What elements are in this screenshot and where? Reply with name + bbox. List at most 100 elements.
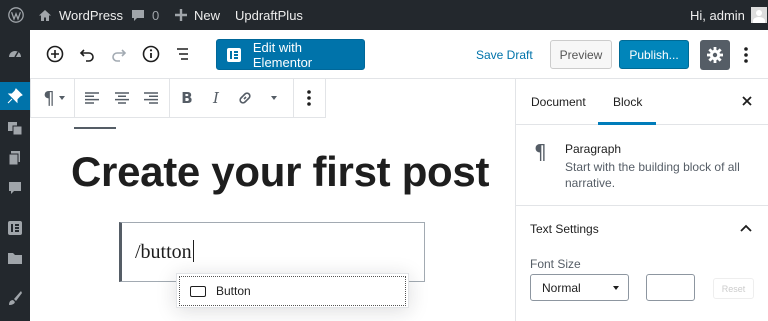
preview-button[interactable]: Preview xyxy=(550,40,612,69)
redo-button[interactable] xyxy=(106,41,132,67)
link-button[interactable] xyxy=(234,87,256,109)
block-toolbar: ¶ B I xyxy=(30,79,326,118)
post-title[interactable]: Create your first post xyxy=(71,148,489,196)
close-sidebar-button[interactable] xyxy=(740,94,754,108)
align-left-icon xyxy=(85,92,99,104)
new-label: New xyxy=(194,7,221,23)
plus-circle-icon xyxy=(46,45,64,63)
tab-block[interactable]: Block xyxy=(613,95,642,109)
align-right-button[interactable] xyxy=(140,87,162,109)
edit-with-elementor-button[interactable]: Edit with Elementor xyxy=(216,39,365,70)
autocomplete-option-button[interactable]: Button xyxy=(179,276,406,306)
title-separator xyxy=(74,127,116,129)
info-icon xyxy=(142,45,160,63)
avatar xyxy=(750,7,767,23)
formatting-group: B I xyxy=(170,79,294,117)
align-right-icon xyxy=(144,92,158,104)
elementor-icon xyxy=(8,221,22,235)
block-autocomplete-popover: Button xyxy=(176,273,409,308)
text-caret xyxy=(192,240,194,262)
align-left-button[interactable] xyxy=(81,87,103,109)
home-icon xyxy=(39,9,51,21)
reset-font-size-button[interactable]: Reset xyxy=(713,278,754,299)
appearance-menu-item[interactable] xyxy=(0,284,30,312)
content-info-button[interactable] xyxy=(138,41,164,67)
italic-button[interactable]: I xyxy=(205,87,227,109)
pilcrow-icon: ¶ xyxy=(534,140,547,164)
pilcrow-icon: ¶ xyxy=(43,87,55,109)
text-settings-toggle[interactable] xyxy=(739,221,753,235)
alignment-group xyxy=(75,79,170,117)
updraftplus-link[interactable]: UpdraftPlus xyxy=(235,0,303,30)
undo-icon xyxy=(79,49,94,62)
custom-font-size-input[interactable] xyxy=(646,274,695,301)
save-draft-button[interactable]: Save Draft xyxy=(476,48,533,62)
posts-menu-item[interactable] xyxy=(0,82,30,110)
vertical-ellipsis-icon xyxy=(744,47,748,63)
publish-button[interactable]: Publish... xyxy=(619,40,689,69)
settings-sidebar: Document Block ¶ Paragraph Start with th… xyxy=(515,79,768,321)
new-content-link[interactable]: New xyxy=(175,0,220,30)
font-size-select[interactable]: Normal xyxy=(530,274,629,301)
paragraph-text[interactable]: /button xyxy=(135,240,194,264)
active-tab-indicator xyxy=(598,122,656,125)
align-center-button[interactable] xyxy=(111,87,133,109)
media-icon xyxy=(8,122,23,136)
edit-with-elementor-label: Edit with Elementor xyxy=(252,39,313,70)
editor-header: Edit with Elementor Save Draft Preview P… xyxy=(30,30,768,79)
close-icon xyxy=(742,96,752,106)
link-icon xyxy=(239,92,251,104)
plus-icon xyxy=(175,9,187,21)
settings-button[interactable] xyxy=(700,40,730,70)
add-block-button[interactable] xyxy=(42,41,68,67)
comments-link[interactable]: 0 xyxy=(131,0,159,30)
comments-count: 0 xyxy=(152,7,160,23)
elementor-icon xyxy=(227,47,241,62)
dashboard-icon xyxy=(9,51,21,58)
autocomplete-option-label: Button xyxy=(216,284,251,298)
sidebar-tabs: Document Block xyxy=(516,79,768,125)
bold-icon: B xyxy=(181,89,193,107)
my-account-link[interactable]: Hi, admin xyxy=(690,0,767,30)
vertical-ellipsis-icon xyxy=(307,90,311,106)
comment-icon xyxy=(132,9,144,21)
updraftplus-label: UpdraftPlus xyxy=(235,7,303,23)
chevron-up-icon xyxy=(740,224,752,232)
elementor-menu-item[interactable] xyxy=(0,214,30,242)
bold-button[interactable]: B xyxy=(176,87,198,109)
media-menu-item[interactable] xyxy=(0,114,30,142)
site-name-label: WordPress xyxy=(59,7,124,23)
block-switcher-button[interactable]: ¶ xyxy=(38,87,70,109)
redo-icon xyxy=(112,49,127,62)
font-size-label: Font Size xyxy=(530,257,581,271)
italic-icon: I xyxy=(213,89,219,107)
comments-menu-item[interactable] xyxy=(0,174,30,202)
admin-menu xyxy=(0,30,30,321)
block-card: ¶ Paragraph Start with the building bloc… xyxy=(516,126,768,206)
pages-icon xyxy=(8,151,20,166)
text-settings-panel-title[interactable]: Text Settings xyxy=(530,222,599,236)
templates-menu-item[interactable] xyxy=(0,244,30,272)
more-tools-button[interactable] xyxy=(738,42,754,68)
paragraph-text-value: /button xyxy=(135,241,192,263)
button-block-icon xyxy=(190,285,206,297)
caret-down-icon xyxy=(58,96,65,100)
brush-icon xyxy=(9,291,22,305)
pages-menu-item[interactable] xyxy=(0,144,30,172)
more-formatting-button[interactable] xyxy=(263,87,285,109)
block-more-options-button[interactable] xyxy=(298,87,320,109)
pushpin-icon xyxy=(7,88,23,104)
block-card-description: Start with the building block of all nar… xyxy=(565,160,740,190)
site-name-link[interactable]: WordPress xyxy=(38,0,123,30)
dashboard-menu-item[interactable] xyxy=(0,40,30,68)
tab-document[interactable]: Document xyxy=(531,95,586,109)
block-switcher-group: ¶ xyxy=(31,79,75,117)
wordpress-logo-icon[interactable] xyxy=(8,0,24,30)
folder-icon xyxy=(8,253,22,264)
gear-icon xyxy=(707,47,723,63)
undo-button[interactable] xyxy=(74,41,100,67)
list-icon xyxy=(177,48,188,60)
font-size-select-value: Normal xyxy=(542,280,581,295)
caret-down-icon xyxy=(271,96,277,100)
block-navigation-button[interactable] xyxy=(170,41,196,67)
